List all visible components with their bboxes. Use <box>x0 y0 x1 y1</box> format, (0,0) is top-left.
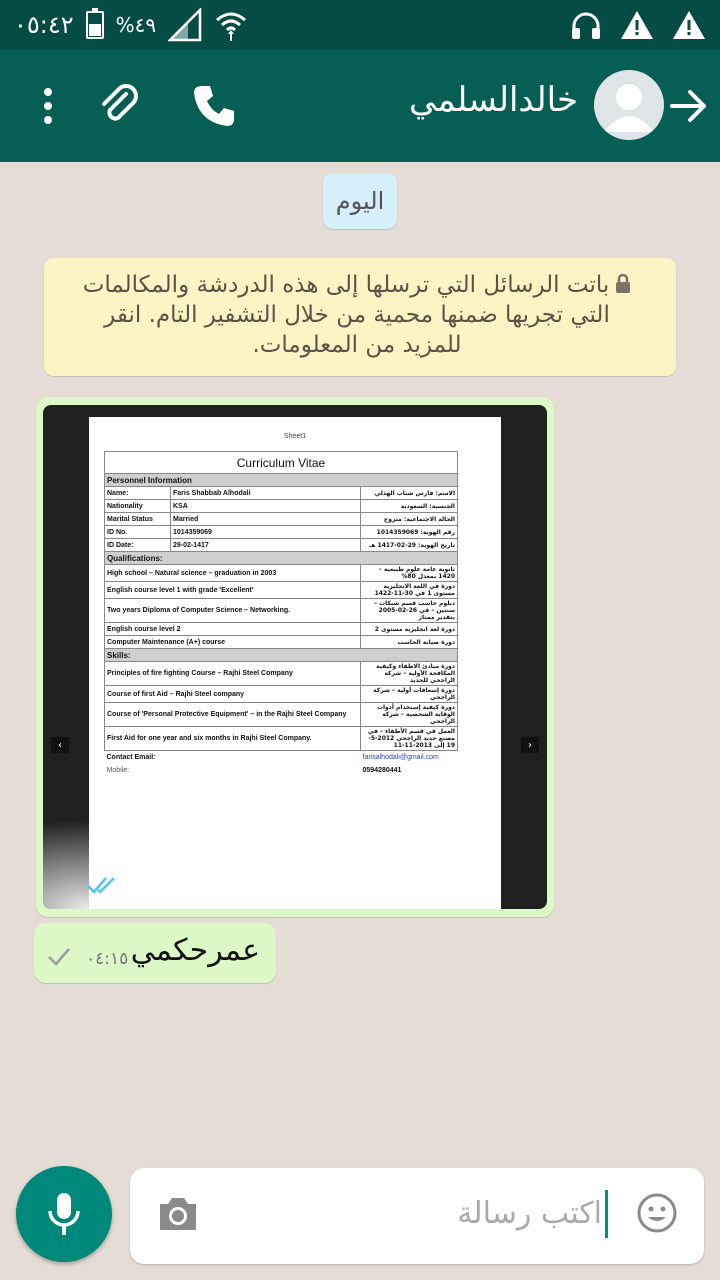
chevron-left-icon: ‹ <box>51 737 69 753</box>
table-row: ID No. 1014359069 رقم الهوية: 1014359069 <box>104 525 458 539</box>
image-shadow <box>43 819 263 909</box>
warning-icon <box>673 11 705 39</box>
avatar[interactable] <box>594 70 664 140</box>
warning-icon <box>621 11 653 39</box>
table-row: First Aid for one year and six months in… <box>104 726 458 751</box>
table-row: Mobile: 0594280441 <box>106 766 402 774</box>
table-row: Contact Email: farisalhodali@gmail.com <box>106 753 439 761</box>
table-row: Course of 'Personal Protective Equipment… <box>104 702 458 727</box>
section-qualifications: Qualifications: <box>104 551 458 565</box>
text-message-body: عمرحكمي <box>130 933 260 968</box>
table-row: High school – Natural science – graduati… <box>104 564 458 582</box>
table-row: ID Date: 29-02-1417 تاريخ الهوية: 29-02-14… <box>104 538 458 552</box>
date-chip: اليوم <box>323 173 397 229</box>
double-check-icon <box>87 877 115 894</box>
table-row: Computer Maintenance (A+) course دورة صيا… <box>104 635 458 649</box>
battery-percent: %٤٩ <box>115 13 157 37</box>
section-personnel: Personnel Information <box>104 473 458 487</box>
section-skills: Skills: <box>104 648 458 662</box>
emoji-icon[interactable] <box>636 1192 678 1234</box>
avatar-placeholder-icon <box>604 84 654 132</box>
table-row: Nationality KSA الجنسية: السعودية <box>104 499 458 513</box>
status-bar: ٠٥:٤٢ %٤٩ <box>0 0 720 50</box>
table-row: Principles of fire fighting Course – Raj… <box>104 661 458 686</box>
sheet-label: Sheet1 <box>283 433 307 440</box>
cv-title: Curriculum Vitae <box>104 451 458 474</box>
table-row: Name: Faris Shabbab Alhodali الاسم: فارس ش… <box>104 486 458 500</box>
clock: ٠٥:٤٢ <box>14 11 74 39</box>
headphones-icon <box>572 12 600 39</box>
lock-icon <box>616 274 631 293</box>
check-icon <box>48 948 70 966</box>
back-arrow-icon[interactable] <box>664 82 712 130</box>
text-caret <box>605 1190 608 1238</box>
message-input[interactable]: اكتب رسالة <box>457 1196 602 1231</box>
mic-icon <box>48 1193 80 1235</box>
chevron-right-icon: › <box>521 737 539 753</box>
image-message-time: ٠٢:٤٦ <box>124 875 167 895</box>
table-row: Marital Status Married الحالة الاجتماعية: … <box>104 512 458 526</box>
text-message-time: ٠٤:١٥ <box>86 949 129 969</box>
table-row: English course level 1 with grade 'Excel… <box>104 581 458 599</box>
contact-name[interactable]: خالدالسلمي <box>409 80 578 120</box>
battery-icon <box>85 8 104 39</box>
text-message[interactable]: ٠٤:١٥ عمرحكمي <box>34 923 276 983</box>
image-message-meta: ٠٢:٤٦ <box>86 875 166 895</box>
message-composer[interactable]: اكتب رسالة <box>130 1168 704 1264</box>
camera-icon[interactable] <box>156 1194 200 1234</box>
table-row: English course level 2 دورة لغة انجليزية … <box>104 622 458 636</box>
status-left: ٠٥:٤٢ %٤٩ <box>14 8 248 42</box>
mic-button[interactable] <box>16 1166 112 1262</box>
menu-icon[interactable] <box>24 82 72 130</box>
image-message[interactable]: Sheet1 Curriculum Vitae Personnel Inform… <box>36 397 554 917</box>
wifi-icon <box>216 12 247 41</box>
table-row: Course of first Aid – Rajhi Steel compan… <box>104 685 458 703</box>
paperclip-icon[interactable] <box>96 82 144 130</box>
table-row: Two years Diploma of Computer Science – … <box>104 598 458 623</box>
phone-icon[interactable] <box>190 82 238 130</box>
encryption-notice-text: باتت الرسائل التي ترسلها إلى هذه الدردشة… <box>82 272 610 358</box>
image-thumbnail[interactable]: Sheet1 Curriculum Vitae Personnel Inform… <box>43 405 547 909</box>
chat-header: خالدالسلمي <box>0 50 720 162</box>
signal-icon <box>168 8 202 42</box>
status-right <box>570 10 706 40</box>
encryption-notice[interactable]: باتت الرسائل التي ترسلها إلى هذه الدردشة… <box>44 258 676 376</box>
cv-table: Curriculum Vitae Personnel Information N… <box>104 451 458 777</box>
